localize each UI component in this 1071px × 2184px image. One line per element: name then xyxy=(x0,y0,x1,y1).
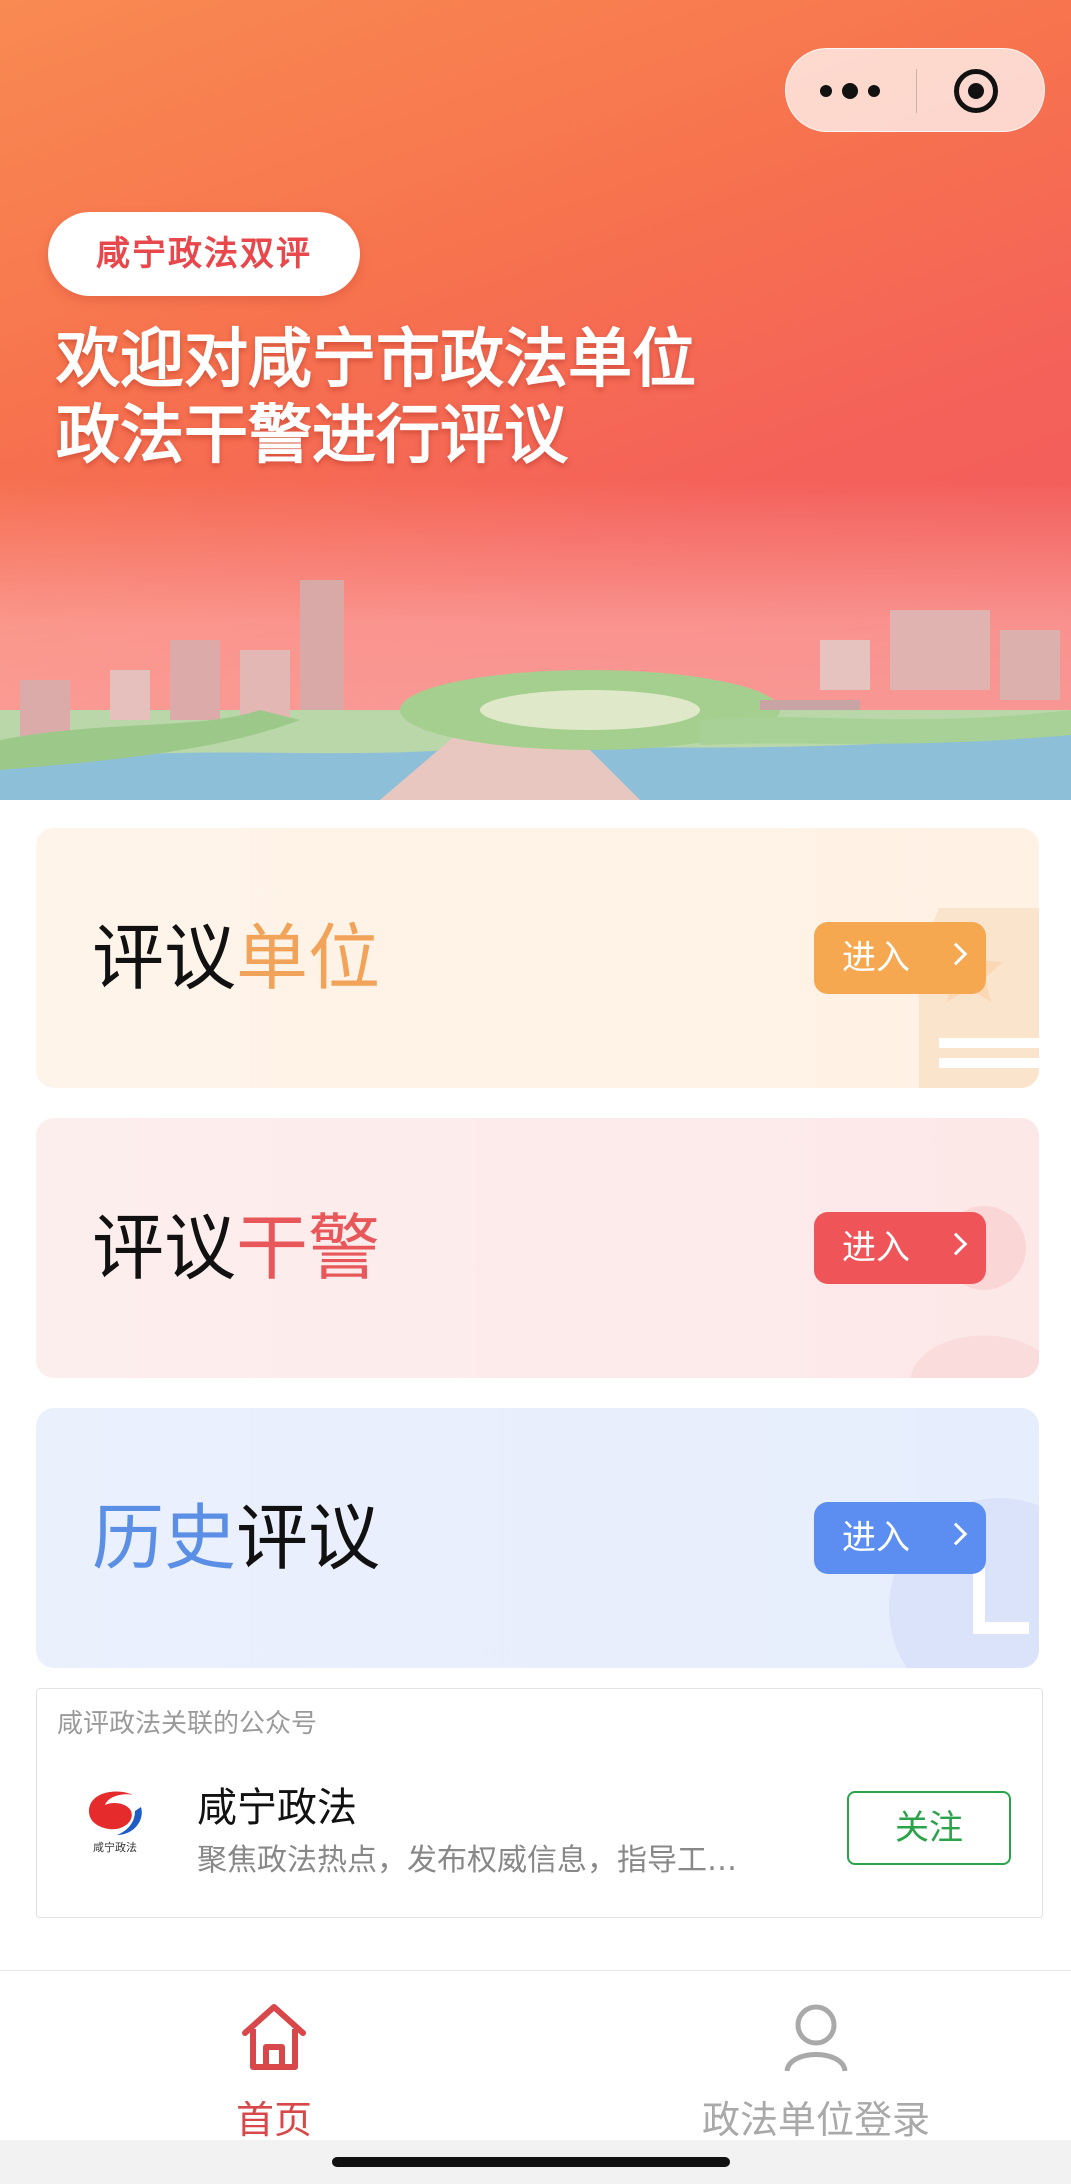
home-indicator[interactable] xyxy=(332,2157,730,2167)
hero-tag: 咸宁政法双评 xyxy=(48,212,360,296)
official-account-description: 聚焦政法热点，发布权威信息，指导工… xyxy=(197,1843,737,1878)
enter-button[interactable]: 进入 xyxy=(814,1212,986,1284)
tab-unit-login[interactable]: 政法单位登录 xyxy=(666,1971,966,2142)
home-icon xyxy=(242,2004,306,2070)
more-dots-icon[interactable] xyxy=(820,81,900,101)
miniprogram-close-icon[interactable] xyxy=(954,69,998,113)
chevron-right-icon xyxy=(944,1232,968,1256)
svg-text:咸宁政法: 咸宁政法 xyxy=(93,1840,137,1854)
card-history[interactable]: 历史评议 进入 xyxy=(36,1408,1039,1668)
card-title: 评议单位 xyxy=(92,916,381,1000)
hero-title-line1: 欢迎对咸宁市政法单位 xyxy=(56,323,696,397)
tab-bar: 首页 政法单位登录 xyxy=(0,1970,1071,2142)
tab-unit-login-label: 政法单位登录 xyxy=(701,2098,930,2142)
user-icon xyxy=(784,2004,848,2072)
card-rate-unit[interactable]: 评议单位 进入 xyxy=(36,828,1039,1088)
enter-button[interactable]: 进入 xyxy=(814,922,986,994)
official-account-logo: 咸宁政法 xyxy=(89,1791,142,1854)
hero-title: 欢迎对咸宁市政法单位 政法干警进行评议 xyxy=(56,322,796,474)
chevron-right-icon xyxy=(944,1522,968,1546)
card-rate-officer[interactable]: 评议干警 进入 xyxy=(36,1118,1039,1378)
official-account-card[interactable]: 咸评政法关联的公众号 咸宁政法 咸宁政法 聚焦政法热点，发布权威信息，指导工… … xyxy=(36,1688,1043,1918)
official-account-name: 咸宁政法 xyxy=(197,1785,357,1831)
capsule-divider xyxy=(916,69,917,113)
chevron-right-icon xyxy=(944,942,968,966)
miniprogram-capsule xyxy=(785,48,1045,132)
tab-home[interactable]: 首页 xyxy=(124,1971,424,2142)
follow-button[interactable]: 关注 xyxy=(847,1791,1011,1865)
card-title: 历史评议 xyxy=(92,1496,381,1580)
hero-banner: 咸宁政法双评 欢迎对咸宁市政法单位 政法干警进行评议 xyxy=(0,0,1071,800)
card-title: 评议干警 xyxy=(92,1206,381,1290)
city-skyline-image xyxy=(0,580,1071,800)
official-account-caption: 咸评政法关联的公众号 xyxy=(57,1709,318,1739)
hero-title-line2: 政法干警进行评议 xyxy=(56,399,568,473)
enter-button[interactable]: 进入 xyxy=(814,1502,986,1574)
tab-home-label: 首页 xyxy=(235,2098,312,2142)
